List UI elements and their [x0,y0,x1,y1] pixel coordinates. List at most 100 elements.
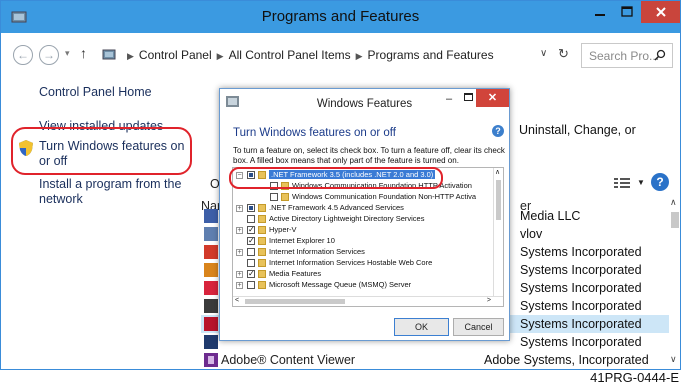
feature-item[interactable]: + Internet Information Services [233,247,503,259]
scroll-left-icon[interactable]: < [235,297,239,304]
refresh-icon[interactable]: ↻ [558,46,569,62]
dialog-minimize-button[interactable]: – [446,93,452,105]
search-input[interactable]: Search Pro... [581,43,673,68]
dialog-maximize-button[interactable] [464,93,473,101]
install-from-network-link[interactable]: Install a program from the network [39,177,189,207]
dialog-help-icon[interactable]: ? [492,125,504,137]
folder-icon [258,270,266,278]
feature-item[interactable]: + .NET Framework 4.5 Advanced Services [233,203,503,215]
window-title: Programs and Features [261,8,420,25]
scroll-thumb[interactable] [671,212,679,228]
callout-highlight-dialog [229,167,443,189]
callout-highlight-left [11,127,192,175]
feature-checkbox[interactable] [247,259,255,267]
tree-horizontal-scrollbar[interactable]: < > [233,296,503,306]
feature-checkbox[interactable] [247,269,255,278]
address-box[interactable]: ▶ Control Panel ▶ All Control Panel Items ▶ P… [96,43,576,68]
feature-checkbox[interactable] [270,193,278,201]
program-publisher: Systems Incorporated [520,299,642,313]
feature-label: Microsoft Message Queue (MSMQ) Server [269,280,412,289]
back-button[interactable]: ← [13,45,33,65]
feature-checkbox[interactable] [247,248,255,256]
maximize-icon [621,6,633,17]
expand-icon[interactable]: + [236,227,243,234]
left-pane: Control Panel Home View installed update… [1,75,201,369]
scroll-thumb[interactable] [245,299,345,304]
program-publisher: Systems Incorporated [520,263,642,277]
scroll-thumb[interactable] [496,180,501,220]
minimize-button[interactable] [587,1,613,23]
expand-icon[interactable]: + [236,271,243,278]
program-icon [204,209,218,223]
program-icon [204,317,218,331]
ok-button[interactable]: OK [394,318,449,336]
feature-item[interactable]: + Hyper-V [233,225,503,237]
close-icon [656,7,666,17]
search-icon [654,49,666,61]
scroll-down-icon[interactable]: ∨ [670,354,677,365]
program-publisher: vlov [520,227,543,241]
feature-checkbox[interactable] [247,225,255,234]
dialog-close-button[interactable]: ✕ [476,89,509,107]
dialog-description: To turn a feature on, select its check b… [233,146,505,165]
list-scrollbar[interactable]: ∨ [669,208,680,364]
breadcrumb-control-panel[interactable]: Control Panel [139,48,212,62]
folder-icon [258,259,266,267]
program-publisher: Systems Incorporated [520,245,642,259]
folder-icon [258,226,266,234]
feature-label: Internet Information Services Hostable W… [269,258,433,267]
feature-item[interactable]: + Microsoft Message Queue (MSMQ) Server [233,280,503,292]
arrow-right-icon: → [43,48,55,62]
view-dropdown-icon[interactable]: ▼ [637,178,645,187]
feature-checkbox[interactable] [247,204,255,212]
feature-checkbox[interactable] [247,281,255,289]
breadcrumb-programs[interactable]: Programs and Features [368,48,494,62]
program-name: Adobe® Content Viewer [221,353,356,367]
feature-label: .NET Framework 4.5 Advanced Services [269,203,404,212]
feature-item[interactable]: + Media Features [233,269,503,281]
breadcrumb-all-items[interactable]: All Control Panel Items [229,48,351,62]
folder-icon [258,215,266,223]
feature-item[interactable]: Windows Communication Foundation Non-HTT… [233,192,503,204]
chevron-right-icon: ▶ [127,51,134,61]
scroll-right-icon[interactable]: > [487,297,491,304]
feature-label: Internet Explorer 10 [269,236,335,245]
cancel-button[interactable]: Cancel [453,318,504,336]
expand-icon[interactable]: + [236,205,243,212]
close-icon: ✕ [487,92,498,104]
expand-icon[interactable]: + [236,282,243,289]
feature-item[interactable]: Internet Explorer 10 [233,236,503,248]
control-panel-icon [102,49,116,60]
close-button[interactable] [641,1,680,23]
search-placeholder: Search Pro... [589,49,660,63]
help-icon[interactable]: ? [651,173,669,191]
folder-icon [258,248,266,256]
windows-features-dialog: Windows Features – ✕ Turn Windows featur… [219,88,510,341]
recent-locations-dropdown[interactable]: ▾ [65,48,70,59]
expand-icon[interactable]: + [236,249,243,256]
program-icon [204,299,218,313]
program-icon [204,263,218,277]
list-item[interactable]: Adobe® Content Viewer Adobe Systems, Inc… [201,351,669,369]
scroll-up-icon[interactable]: ∧ [495,168,500,176]
feature-checkbox[interactable] [247,215,255,223]
address-dropdown-icon[interactable]: ∨ [540,48,547,59]
folder-icon [258,204,266,212]
feature-item[interactable]: Active Directory Lightweight Directory S… [233,214,503,226]
program-icon [204,245,218,259]
feature-label: Windows Communication Foundation Non-HTT… [292,192,477,201]
tree-vertical-scrollbar[interactable]: ∧ [493,168,503,296]
control-panel-home-link[interactable]: Control Panel Home [39,85,189,100]
feature-label: Active Directory Lightweight Directory S… [269,214,425,223]
feature-item[interactable]: Internet Information Services Hostable W… [233,258,503,270]
main-description: Uninstall, Change, or [519,123,636,137]
scroll-up-icon[interactable]: ∧ [670,197,677,208]
dialog-title-bar[interactable]: Windows Features – ✕ [220,89,509,117]
feature-label: Hyper-V [269,225,297,234]
up-arrow-icon[interactable]: ↑ [80,45,87,61]
feature-checkbox[interactable] [247,236,255,245]
maximize-button[interactable] [614,1,640,23]
forward-button[interactable]: → [39,45,59,65]
title-bar[interactable]: Programs and Features [1,1,680,33]
view-options-icon[interactable] [614,177,630,189]
